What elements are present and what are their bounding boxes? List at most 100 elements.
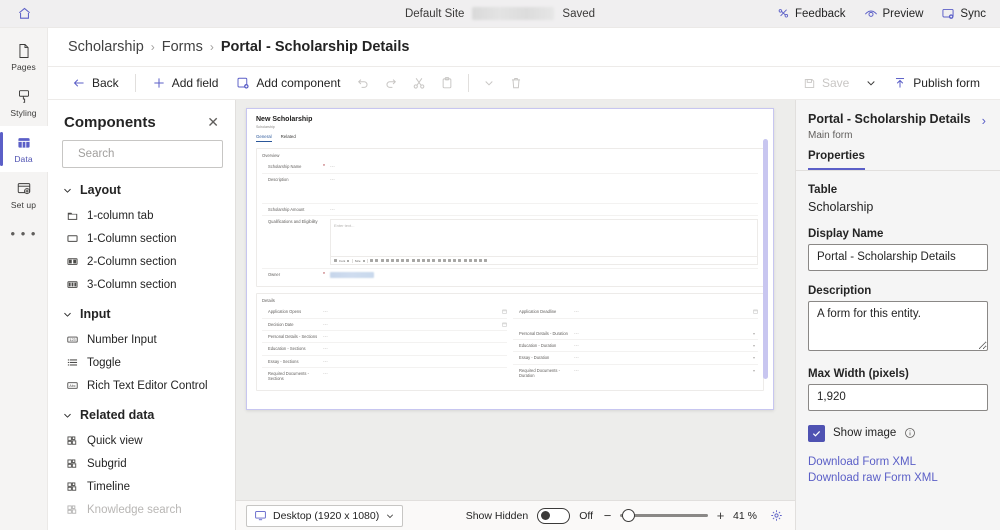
field-label: Required Documents - Sections	[268, 371, 320, 382]
rich-text-editor[interactable]: Enter text... Font Size	[330, 219, 758, 265]
form-field-owner[interactable]: Owner *	[262, 269, 758, 281]
form-field-education-sections[interactable]: Education - Sections ---	[262, 343, 507, 355]
field-label: Personal Details - Sections	[268, 334, 320, 339]
component-item-1-column-tab[interactable]: 1-column tab	[48, 204, 235, 227]
required-indicator: *	[323, 164, 327, 170]
field-value: ---	[323, 359, 507, 364]
search-box[interactable]	[62, 140, 223, 168]
component-item-rich-text-editor-control[interactable]: Abc Rich Text Editor Control	[48, 374, 235, 397]
form-field-personal-details-duration[interactable]: Personal Details - Duration --- ▾	[513, 328, 758, 340]
form-field-essay-duration[interactable]: Essay - Duration --- ▾	[513, 352, 758, 364]
back-button[interactable]: Back	[64, 70, 127, 96]
publish-form-button[interactable]: Publish form	[885, 70, 988, 96]
field-label: Decision Date	[268, 322, 320, 327]
form-field-application-opens[interactable]: Application Opens ---	[262, 306, 507, 318]
group-header-input[interactable]: Input	[48, 296, 235, 328]
home-icon	[17, 6, 32, 21]
form-field-scholarship-name[interactable]: Scholarship Name * ---	[262, 161, 758, 174]
form-section-details[interactable]: Details Application Opens ---	[256, 293, 764, 390]
form-field-decision-date[interactable]: Decision Date ---	[262, 319, 507, 331]
description-textarea[interactable]	[808, 301, 988, 351]
tab-related[interactable]: Related	[281, 134, 296, 142]
form-field-application-deadline[interactable]: Application Deadline ---	[513, 306, 758, 318]
form-tabs: General Related	[256, 134, 764, 142]
form-field-personal-details-sections[interactable]: Personal Details - Sections ---	[262, 331, 507, 343]
plus-icon	[152, 76, 166, 90]
breadcrumb-item-forms[interactable]: Forms	[162, 39, 203, 55]
show-hidden-toggle[interactable]	[537, 508, 570, 524]
form-field-required-documents-duration[interactable]: Required Documents - Duration --- ▾	[513, 365, 758, 382]
feedback-icon	[777, 7, 790, 20]
component-label: Rich Text Editor Control	[87, 380, 208, 392]
form-record-title: New Scholarship	[256, 116, 764, 124]
form-preview[interactable]: New Scholarship Scholarship General Rela…	[246, 108, 774, 410]
form-field-required-documents-sections[interactable]: Required Documents - Sections ---	[262, 368, 507, 385]
group-header-related-data[interactable]: Related data	[48, 397, 235, 429]
show-image-label: Show image	[833, 427, 896, 439]
canvas-vertical-scrollbar[interactable]	[763, 139, 768, 379]
component-item-subgrid[interactable]: Subgrid	[48, 452, 235, 475]
chevron-down-icon	[865, 77, 877, 89]
add-field-button[interactable]: Add field	[144, 70, 227, 96]
form-field-description[interactable]: Description ---	[262, 174, 758, 204]
form-record-subtitle: Scholarship	[256, 125, 764, 129]
component-item-3-column-section[interactable]: 3-Column section	[48, 273, 235, 296]
rich-text-toolbar[interactable]: Font Size	[331, 256, 757, 264]
search-input[interactable]	[78, 148, 232, 160]
fit-to-screen-icon[interactable]	[770, 509, 783, 522]
download-raw-form-xml-link[interactable]: Download raw Form XML	[808, 472, 988, 484]
command-bar: Back Add field Add component	[48, 66, 1000, 100]
table-icon	[15, 134, 33, 152]
save-options-button[interactable]	[859, 70, 883, 96]
component-item-toggle[interactable]: Toggle	[48, 351, 235, 374]
component-item-quick-view[interactable]: Quick view	[48, 429, 235, 452]
site-name: Default Site	[405, 8, 464, 20]
component-item-1-column-section[interactable]: 1-Column section	[48, 227, 235, 250]
feedback-button[interactable]: Feedback	[775, 4, 848, 23]
component-label: 3-Column section	[87, 279, 176, 291]
sync-icon	[941, 7, 955, 21]
sidebar-item-pages[interactable]: Pages	[0, 34, 48, 80]
publish-up-icon	[893, 76, 907, 90]
zoom-slider-thumb[interactable]	[622, 509, 635, 522]
display-name-input[interactable]	[808, 244, 988, 271]
form-canvas[interactable]: New Scholarship Scholarship General Rela…	[236, 100, 795, 500]
component-item-2-column-section[interactable]: 2-Column section	[48, 250, 235, 273]
tab-general[interactable]: General	[256, 134, 272, 142]
zoom-slider[interactable]	[620, 514, 708, 517]
field-value: ---	[323, 334, 507, 339]
chevron-right-icon[interactable]: ›	[980, 112, 988, 129]
sidebar-item-data[interactable]: Data	[0, 126, 48, 172]
device-size-select[interactable]: Desktop (1920 x 1080)	[246, 505, 403, 527]
main-column: Scholarship › Forms › Portal - Scholarsh…	[48, 28, 1000, 530]
close-icon[interactable]: ✕	[205, 113, 221, 131]
info-icon[interactable]	[904, 427, 916, 439]
field-value: ---	[330, 177, 758, 182]
sidebar-item-styling[interactable]: Styling	[0, 80, 48, 126]
tab-properties[interactable]: Properties	[808, 150, 865, 170]
group-header-layout[interactable]: Layout	[48, 172, 235, 204]
zoom-in-button[interactable]: +	[715, 509, 726, 522]
component-item-number-input[interactable]: 123 Number Input	[48, 328, 235, 351]
max-width-input[interactable]	[808, 384, 988, 411]
add-component-button[interactable]: Add component	[228, 70, 348, 96]
toolbar-divider	[352, 259, 353, 263]
properties-body: Table Scholarship Display Name Descripti…	[796, 171, 1000, 530]
form-field-education-duration[interactable]: Education - Duration --- ▾	[513, 340, 758, 352]
form-field-scholarship-amount[interactable]: Scholarship Amount ---	[262, 204, 758, 216]
download-form-xml-link[interactable]: Download Form XML	[808, 456, 988, 468]
sync-button[interactable]: Sync	[939, 4, 988, 24]
component-label: 2-Column section	[87, 256, 176, 268]
zoom-out-button[interactable]: −	[602, 509, 613, 522]
form-field-qualifications-and-eligibility[interactable]: Qualifications and Eligibility Enter tex…	[262, 216, 758, 269]
breadcrumb-item-scholarship[interactable]: Scholarship	[68, 39, 144, 55]
home-button[interactable]	[0, 6, 48, 21]
show-image-checkbox[interactable]	[808, 425, 825, 442]
form-section-overview[interactable]: Overview Scholarship Name * --- Descript…	[256, 148, 764, 287]
components-header: Components ✕	[48, 100, 235, 140]
sidebar-item-setup[interactable]: Set up	[0, 172, 48, 218]
sidebar-more-button[interactable]: • • •	[0, 218, 48, 248]
preview-button[interactable]: Preview	[862, 4, 926, 24]
component-item-timeline[interactable]: Timeline	[48, 475, 235, 498]
form-field-essay-sections[interactable]: Essay - Sections ---	[262, 356, 507, 368]
